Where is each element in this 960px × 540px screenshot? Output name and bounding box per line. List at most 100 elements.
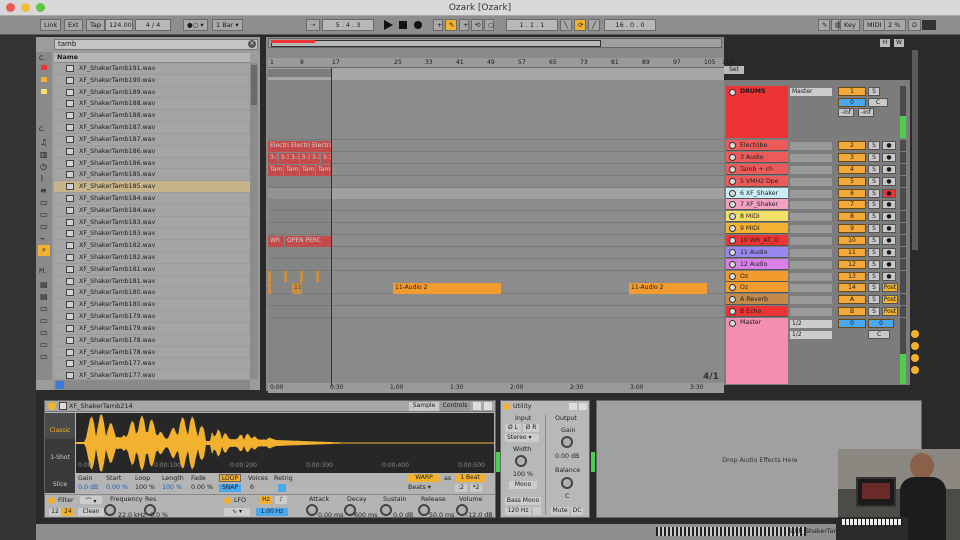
punch-in-icon[interactable]: ╲	[560, 19, 572, 31]
mixer-toggle-icon[interactable]	[911, 366, 919, 374]
solo-button[interactable]: S	[868, 248, 880, 257]
folder-icon[interactable]: ▭	[40, 328, 48, 337]
file-row[interactable]: XF_ShakerTamb177.wav	[54, 370, 250, 379]
snap-button[interactable]: SNAP	[219, 484, 241, 492]
capture-icon[interactable]: +	[459, 19, 469, 31]
warp-button[interactable]: WARP	[408, 474, 440, 482]
audio-clip[interactable]: 11-Audio 2	[629, 283, 707, 294]
track-routing[interactable]	[790, 261, 832, 269]
loop-value[interactable]: 100 %	[135, 484, 155, 491]
master-cue-volume[interactable]: 0	[868, 319, 894, 328]
punch-icon[interactable]: ○	[484, 19, 494, 31]
file-row[interactable]: XF_ShakerTamb178.wav	[54, 335, 250, 347]
track-routing[interactable]	[790, 154, 832, 162]
lfo-rate-field[interactable]: 1.00 Hz	[256, 508, 288, 516]
track-activator-icon[interactable]	[729, 261, 736, 268]
sample-waveform[interactable]	[76, 413, 494, 473]
search-icon[interactable]: ⌕	[38, 245, 50, 256]
solo-button[interactable]: S	[868, 283, 880, 292]
link-button[interactable]: Link	[40, 19, 62, 31]
track-activator-icon[interactable]	[729, 249, 736, 256]
track-activator-icon[interactable]	[729, 178, 736, 185]
track-header[interactable]: Oz	[726, 282, 788, 293]
arm-button[interactable]: ●	[882, 153, 896, 162]
packs-icon[interactable]: ▤	[40, 280, 48, 289]
set-button[interactable]: Set	[724, 66, 744, 74]
arm-button[interactable]: ●	[882, 200, 896, 209]
length-value[interactable]: 100 %	[162, 484, 182, 491]
file-row[interactable]: XF_ShakerTamb183.wav	[54, 228, 250, 241]
solo-button[interactable]: S	[868, 236, 880, 245]
attack-knob[interactable]	[306, 504, 318, 516]
overdub-icon[interactable]: +	[433, 19, 443, 31]
gain-value[interactable]: 0.0 dB	[78, 484, 98, 491]
track-routing[interactable]	[790, 296, 832, 304]
io-toggle-icon[interactable]	[911, 330, 919, 338]
halve-button[interactable]: :2	[455, 484, 467, 492]
arm-button[interactable]: ●	[882, 177, 896, 186]
track-header[interactable]: 3 Audio	[726, 152, 788, 163]
track-header[interactable]: 10 WR_AT_O	[726, 235, 788, 246]
track-number-button[interactable]: A	[838, 295, 866, 304]
collection-orange-icon[interactable]	[41, 77, 47, 82]
voices-value[interactable]: 6	[250, 484, 254, 491]
warp-length-field[interactable]: 1 Beat	[455, 474, 485, 482]
loop-toggle-button[interactable]: LOOP	[219, 474, 241, 482]
file-row[interactable]: XF_ShakerTamb179.wav	[54, 311, 250, 323]
bass-audition-icon[interactable]	[533, 507, 541, 515]
track-routing[interactable]	[790, 308, 832, 316]
solo-button[interactable]: S	[868, 141, 880, 150]
sample-tab[interactable]: Sample	[409, 402, 439, 411]
file-row[interactable]: XF_ShakerTamb191.wav	[54, 63, 250, 75]
loop-brace-lane[interactable]	[268, 68, 724, 80]
computer-keyboard-icon[interactable]: ▤	[831, 19, 841, 31]
post-button[interactable]: Post	[882, 283, 898, 292]
browser-search-input[interactable]: tamb	[54, 39, 258, 50]
record-icon[interactable]	[412, 19, 424, 31]
solo-button[interactable]: S	[868, 177, 880, 186]
plugins-icon[interactable]: ▭	[40, 210, 48, 219]
track-activator-icon[interactable]	[729, 154, 736, 161]
dc-button[interactable]: DC	[571, 507, 583, 515]
track-lane[interactable]	[268, 223, 724, 235]
bar-ruler[interactable]: 1 9 17 25 33 41 49 57 65 73 81 89 97 105 113	[268, 58, 733, 68]
time-ruler[interactable]: 0:00 0:30 1:00 1:30 2:00 2:30 3:00 3:30	[268, 383, 724, 393]
preview-icon[interactable]	[56, 381, 64, 389]
track-lane[interactable]	[268, 247, 724, 259]
audio-clip[interactable]: 11-Audio 2	[393, 283, 501, 294]
track-routing[interactable]	[790, 142, 832, 150]
slice-mode-button[interactable]: Slice	[45, 467, 75, 493]
track-header[interactable]: A Reverb	[726, 294, 788, 305]
track-activator-icon[interactable]	[729, 284, 736, 291]
drums-group-header[interactable]: DRUMS	[726, 86, 788, 138]
arm-button[interactable]: ●	[882, 141, 896, 150]
folder-icon[interactable]: ▭	[40, 352, 48, 361]
arrangement-overview[interactable]	[268, 38, 722, 48]
track-activator-icon[interactable]	[729, 237, 736, 244]
track-activator-icon[interactable]	[729, 225, 736, 232]
track-header[interactable]: B Echo	[726, 306, 788, 317]
arm-button[interactable]: ●	[882, 248, 896, 257]
folder-icon[interactable]: ▭	[40, 316, 48, 325]
track-number-button[interactable]: 3	[838, 153, 866, 162]
name-column-header[interactable]: Name	[54, 53, 250, 63]
solo-button[interactable]: S	[868, 295, 880, 304]
max-for-live-icon[interactable]: ▭	[40, 198, 48, 207]
track-number-button[interactable]: 4	[838, 165, 866, 174]
filter-12-button[interactable]: 12	[49, 508, 61, 516]
arm-button[interactable]: ●	[882, 272, 896, 281]
metronome-button[interactable]: ●○ ▾	[183, 19, 208, 31]
returns-toggle-icon[interactable]	[911, 354, 919, 362]
device-save-icon[interactable]	[473, 402, 481, 410]
master-track-header[interactable]: Master	[726, 318, 788, 384]
arrangement-vscroll[interactable]	[912, 50, 918, 250]
play-icon[interactable]	[382, 19, 394, 31]
track-number-button[interactable]: 8	[838, 212, 866, 221]
track-lane[interactable]	[268, 235, 724, 247]
utility-save-icon[interactable]	[569, 403, 577, 410]
track-header[interactable]: 9 MIDI	[726, 223, 788, 234]
device-fold-icon[interactable]	[59, 402, 67, 410]
file-row[interactable]: XF_ShakerTamb186.wav	[54, 158, 250, 170]
track-activator-icon[interactable]	[729, 201, 736, 208]
arm-button[interactable]: ●	[882, 212, 896, 221]
